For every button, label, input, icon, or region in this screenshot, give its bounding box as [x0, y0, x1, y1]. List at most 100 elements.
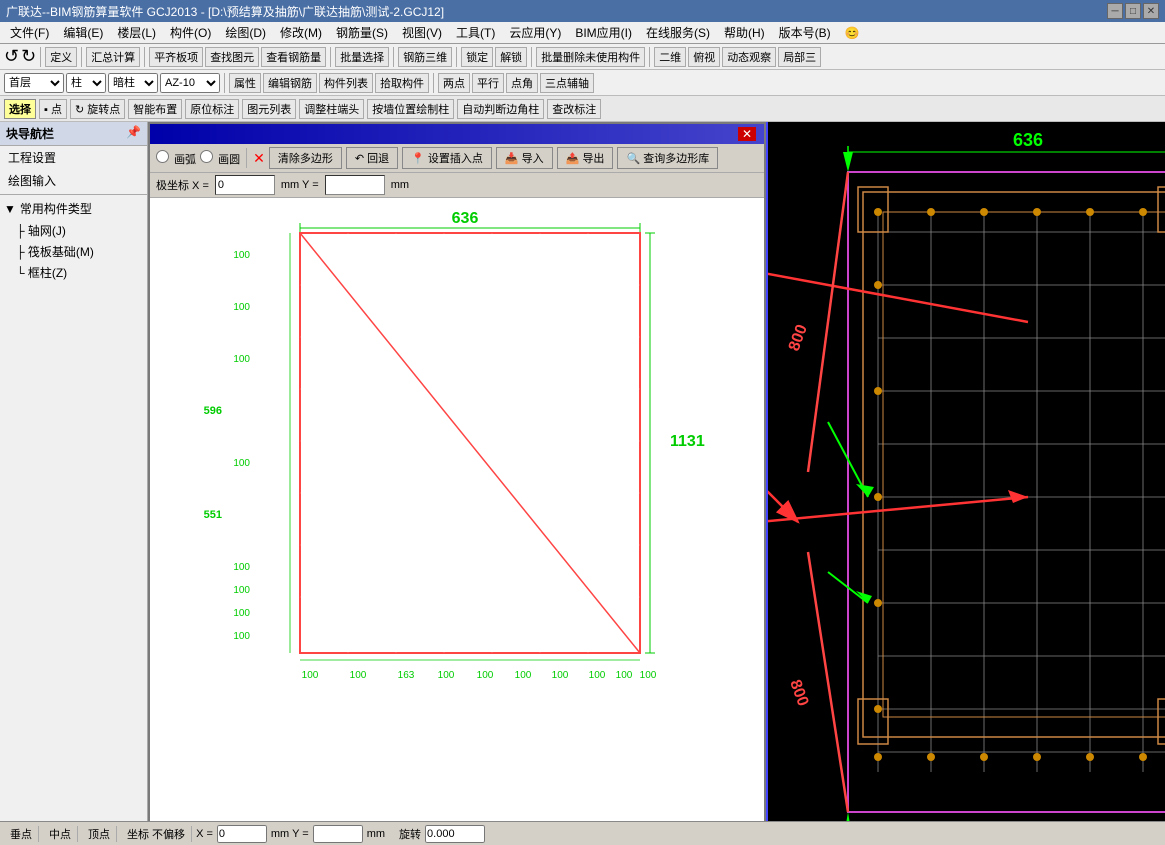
menu-rebar[interactable]: 钢筋量(S) [330, 23, 394, 42]
sidebar-project-settings[interactable]: 工程设置 [0, 146, 147, 169]
2d-button[interactable]: 二维 [654, 47, 686, 67]
menu-draw[interactable]: 绘图(D) [219, 23, 272, 42]
edit-rebar-button[interactable]: 编辑钢筋 [263, 73, 317, 93]
sidebar-item-axis[interactable]: ├ 轴网(J) [0, 220, 147, 241]
element-list-button[interactable]: 构件列表 [319, 73, 373, 93]
menu-floor[interactable]: 楼层(L) [111, 23, 162, 42]
status-coord-y-input[interactable] [313, 825, 363, 843]
circle-radio[interactable] [200, 150, 213, 163]
pick-element-button[interactable]: 拾取构件 [375, 73, 429, 93]
cross-dialog-close-icon[interactable]: ✕ [738, 127, 756, 141]
status-coords[interactable]: 坐标 不偏移 [121, 826, 192, 842]
status-coord-unit-x: mm Y = [271, 828, 309, 840]
find-button[interactable]: 查找图元 [205, 47, 259, 67]
menu-element[interactable]: 构件(O) [164, 23, 217, 42]
toolbar1-sep5 [393, 47, 394, 67]
lock-button[interactable]: 锁定 [461, 47, 493, 67]
smart-place-button[interactable]: 智能布置 [128, 99, 182, 119]
status-coord-x-input[interactable] [217, 825, 267, 843]
sidebar-item-raft[interactable]: ├ 筏板基础(M) [0, 241, 147, 262]
unlock-button[interactable]: 解锁 [495, 47, 527, 67]
maximize-button[interactable]: □ [1125, 3, 1141, 19]
menu-help[interactable]: 帮助(H) [718, 23, 771, 42]
window-controls[interactable]: ─ □ ✕ [1107, 3, 1159, 19]
menu-bim[interactable]: BIM应用(I) [569, 23, 638, 42]
check-label-button[interactable]: 查改标注 [547, 99, 601, 119]
arc-radio[interactable] [156, 150, 169, 163]
floor-select[interactable]: 首层 [4, 73, 64, 93]
minimize-button[interactable]: ─ [1107, 3, 1123, 19]
menu-edit[interactable]: 编辑(E) [57, 23, 109, 42]
circle-radio-label[interactable]: 画圆 [200, 150, 240, 167]
toolbar-2: 首层 柱 暗柱 AZ-10 属性 编辑钢筋 构件列表 拾取构件 两点 平行 点角… [0, 70, 1165, 96]
property-button[interactable]: 属性 [229, 73, 261, 93]
sidebar-item-col[interactable]: └ 框柱(Z) [0, 262, 147, 283]
cad-canvas[interactable]: ✕ 画弧 画圆 ✕ 清除多边形 ↶ 回退 📍 设置插入点 📥 导入 📤 导出 � [148, 122, 1165, 821]
menu-cloud[interactable]: 云应用(Y) [503, 23, 567, 42]
menu-online[interactable]: 在线服务(S) [640, 23, 716, 42]
element-subtype-select[interactable]: 暗柱 [108, 73, 158, 93]
svg-text:100: 100 [233, 302, 250, 313]
three-point-aux-button[interactable]: 三点辅轴 [540, 73, 594, 93]
adjust-col-end-button[interactable]: 调整柱端头 [299, 99, 364, 119]
partial-button[interactable]: 局部三 [778, 47, 821, 67]
export-button[interactable]: 📤 导出 [557, 147, 614, 169]
status-snap-endpoint[interactable]: 顶点 [82, 826, 117, 842]
svg-text:100: 100 [589, 670, 606, 681]
sidebar-pin-icon[interactable]: 📌 [126, 125, 141, 142]
clear-polygon-button[interactable]: 清除多边形 [269, 147, 342, 169]
status-snap-perpendicular[interactable]: 垂点 [4, 826, 39, 842]
toolbar1-nav-back[interactable]: ↺ [4, 46, 19, 67]
cross-canvas[interactable]: 636 1131 [150, 198, 764, 821]
point-button[interactable]: ▪ 点 [39, 99, 67, 119]
expand-icon: ▼ [4, 202, 16, 216]
cd-clear-icon[interactable]: ✕ [253, 150, 265, 167]
parallel-button[interactable]: 平行 [472, 73, 504, 93]
coord-x-input[interactable] [215, 175, 275, 195]
element-id-select[interactable]: AZ-10 [160, 73, 220, 93]
calc-button[interactable]: 汇总计算 [86, 47, 140, 67]
in-situ-label-button[interactable]: 原位标注 [185, 99, 239, 119]
flatten-button[interactable]: 平齐板项 [149, 47, 203, 67]
view-rebar-button[interactable]: 查看钢筋量 [261, 47, 326, 67]
element-list-btn2[interactable]: 图元列表 [242, 99, 296, 119]
close-button[interactable]: ✕ [1143, 3, 1159, 19]
right-cad-svg: 636 1131 604 [768, 122, 1165, 821]
svg-text:100: 100 [233, 631, 250, 642]
set-insert-point-button[interactable]: 📍 设置插入点 [402, 147, 492, 169]
top-view-button[interactable]: 俯视 [688, 47, 720, 67]
wall-position-button[interactable]: 按墙位置绘制柱 [367, 99, 454, 119]
arc-radio-label[interactable]: 画弧 [156, 150, 196, 167]
sidebar-common-types[interactable]: ▼ 常用构件类型 [0, 197, 147, 220]
menu-tools[interactable]: 工具(T) [450, 23, 501, 42]
auto-corner-button[interactable]: 自动判断边角柱 [457, 99, 544, 119]
status-coord-label-x: X = [196, 828, 213, 840]
rebar3d-button[interactable]: 钢筋三维 [398, 47, 452, 67]
coord-y-input[interactable] [325, 175, 385, 195]
query-library-button[interactable]: 🔍 查询多边形库 [617, 147, 718, 169]
toolbar-3: 选择 ▪ 点 ↻ 旋转点 智能布置 原位标注 图元列表 调整柱端头 按墙位置绘制… [0, 96, 1165, 122]
batch-select-button[interactable]: 批量选择 [335, 47, 389, 67]
svg-text:1131: 1131 [670, 433, 705, 450]
status-rotation-input[interactable] [425, 825, 485, 843]
two-point-button[interactable]: 两点 [438, 73, 470, 93]
rotate-point-button[interactable]: ↻ 旋转点 [70, 99, 125, 119]
undo-button[interactable]: ↶ 回退 [346, 147, 398, 169]
menu-view[interactable]: 视图(V) [396, 23, 448, 42]
toolbar1-nav-forward[interactable]: ↻ [21, 46, 36, 67]
menu-version[interactable]: 版本号(B) [773, 23, 837, 42]
menu-file[interactable]: 文件(F) [4, 23, 55, 42]
dynamic-view-button[interactable]: 动态观察 [722, 47, 776, 67]
select-button[interactable]: 选择 [4, 99, 36, 119]
batch-delete-button[interactable]: 批量删除未使用构件 [536, 47, 645, 67]
angle-point-button[interactable]: 点角 [506, 73, 538, 93]
sidebar-draw-input[interactable]: 绘图输入 [0, 169, 147, 192]
import-button[interactable]: 📥 导入 [496, 147, 553, 169]
menu-modify[interactable]: 修改(M) [274, 23, 328, 42]
status-snap-midpoint[interactable]: 中点 [43, 826, 78, 842]
menu-emoji[interactable]: 😊 [839, 25, 866, 41]
coord-unit-y: mm [391, 179, 409, 191]
define-button[interactable]: 定义 [45, 47, 77, 67]
menu-bar: 文件(F) 编辑(E) 楼层(L) 构件(O) 绘图(D) 修改(M) 钢筋量(… [0, 22, 1165, 44]
element-type-select[interactable]: 柱 [66, 73, 106, 93]
